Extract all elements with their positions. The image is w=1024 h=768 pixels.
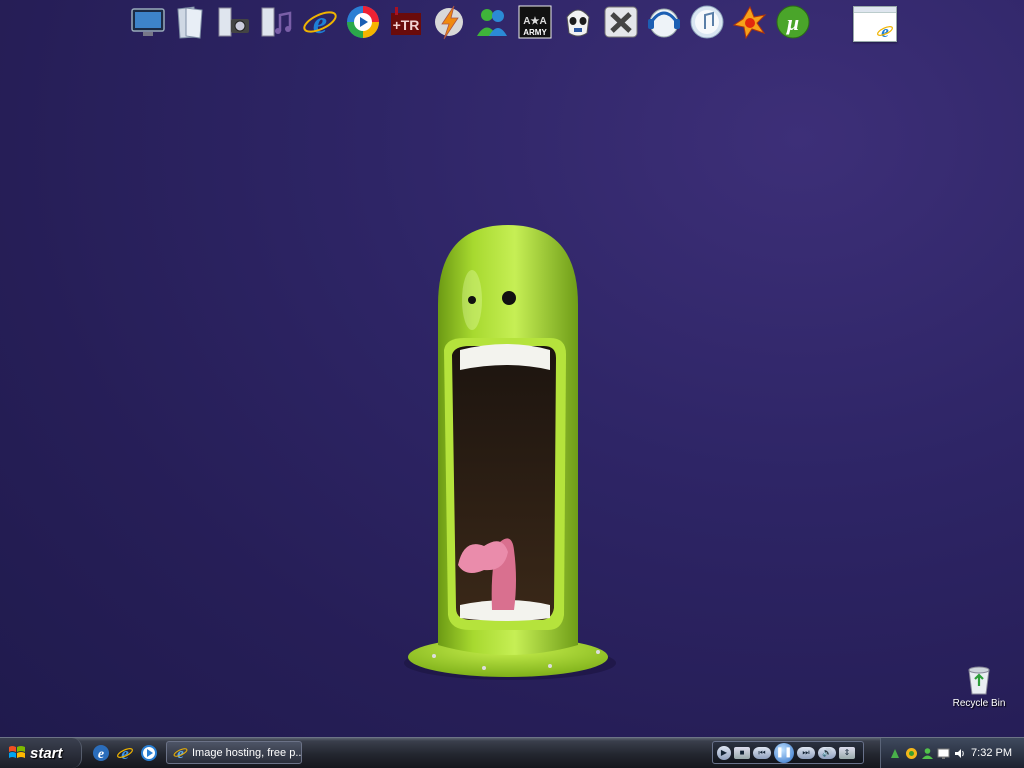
svg-text:ARMY: ARMY [523,28,547,37]
wallpaper-green-character [404,225,616,680]
restore-icon[interactable]: ⇕ [839,746,855,759]
america-army-icon[interactable]: A★A ARMY [515,2,555,42]
previous-icon[interactable]: ⏮ [753,746,771,759]
headset-icon[interactable] [644,2,684,42]
window-title-bar [854,7,896,13]
svg-text:e: e [98,747,104,762]
video-icon[interactable]: +TR [386,2,426,42]
messenger-icon[interactable] [472,2,512,42]
stormtrooper-icon[interactable] [558,2,598,42]
start-label: start [30,744,63,762]
svg-text:A★A: A★A [523,16,546,27]
system-tray: 7:32 PM [880,738,1024,768]
internet-explorer-icon: e [173,746,188,760]
clock[interactable]: 7:32 PM [971,747,1012,759]
itunes-icon[interactable] [687,2,727,42]
quick-launch: e e [92,744,158,762]
svg-text:µ: µ [786,10,800,35]
media-player-icon[interactable] [140,744,158,762]
media-player-icon[interactable] [343,2,383,42]
taskbar-window-button[interactable]: e Image hosting, free p... [166,741,302,764]
next-icon[interactable]: ⏭ [797,746,815,759]
utorrent-icon[interactable]: µ [773,2,813,42]
taskbar-window-title: Image hosting, free p... [192,746,301,759]
internet-explorer-icon: e [877,22,893,40]
volume-icon[interactable] [953,747,966,760]
stop-icon[interactable]: ■ [734,746,750,759]
network-icon[interactable] [889,747,902,760]
camera-icon[interactable] [214,2,254,42]
svg-text:e: e [177,746,184,760]
lightning-icon[interactable] [429,2,469,42]
svg-text:+TR: +TR [393,17,420,33]
recycle-bin-icon [968,666,990,695]
ie-icon[interactable]: e [92,744,110,762]
monitor-icon[interactable] [128,2,168,42]
messenger-status-icon[interactable] [905,747,918,760]
windows-logo-icon [9,746,25,758]
user-icon[interactable] [921,747,934,760]
display-icon[interactable] [937,747,950,760]
pause-icon[interactable]: ❚❚ [774,742,794,763]
taskbar: start e e e Image hosting, free p... ▶ ■… [0,737,1024,768]
dock: e +TR A★A ARMY µ [128,0,818,44]
music-icon[interactable] [257,2,297,42]
play-icon[interactable]: ▶ [717,745,731,760]
svg-text:e: e [881,22,889,40]
ie-icon[interactable]: e [116,744,134,762]
x-app-icon[interactable] [601,2,641,42]
recycle-bin-label: Recycle Bin [952,698,1006,709]
documents-icon[interactable] [171,2,211,42]
ie-window-thumbnail[interactable]: e [853,6,897,42]
recycle-bin[interactable]: Recycle Bin [946,664,1012,709]
svg-text:e: e [313,4,327,40]
winamp-icon[interactable] [730,2,770,42]
volume-icon[interactable]: 🔊 [818,746,836,759]
internet-explorer-icon[interactable]: e [300,2,340,42]
svg-text:e: e [121,744,129,762]
media-player-toolbar: ▶ ■ ⏮ ❚❚ ⏭ 🔊 ⇕ [712,741,864,764]
start-button[interactable]: start [0,738,82,768]
